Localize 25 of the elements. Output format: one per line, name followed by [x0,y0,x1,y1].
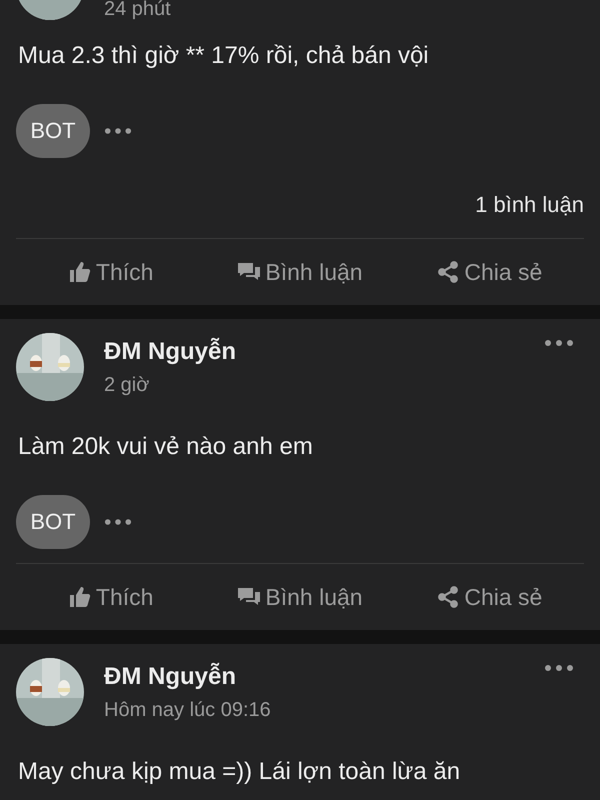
more-icon[interactable] [544,664,574,672]
author-name[interactable]: ĐM Nguyễn [104,338,236,366]
comment-button[interactable]: Bình luận [233,254,367,290]
author-name[interactable]: ĐM Nguyễn [104,663,271,691]
post-text: Làm 20k vui vẻ nào anh em [18,432,314,462]
share-icon [436,260,460,284]
more-icon[interactable] [104,518,132,526]
post-time[interactable]: Hôm nay lúc 09:16 [104,699,271,721]
post-text: Mua 2.3 thì giờ ** 17% rồi, chả bán vội [18,41,430,71]
reaction-badge[interactable]: BOT [16,495,90,549]
comment-count[interactable]: 1 bình luận [475,190,584,220]
comment-button[interactable]: Bình luận [233,580,367,614]
reaction-badge[interactable]: BOT [16,104,90,158]
thumbs-up-icon [68,585,92,609]
share-button[interactable]: Chia sẻ [432,254,546,290]
more-icon[interactable] [544,339,574,347]
thumbs-up-icon [68,260,92,284]
like-button[interactable]: Thích [64,580,158,614]
share-button[interactable]: Chia sẻ [432,580,546,614]
post-time[interactable]: 24 phút [104,0,171,20]
like-button[interactable]: Thích [64,254,158,290]
post-time[interactable]: 2 giờ [104,374,236,396]
more-icon[interactable] [104,127,132,135]
post-text: May chưa kịp mua =)) Lái lợn toàn lừa ăn [18,757,462,787]
share-icon [436,585,460,609]
